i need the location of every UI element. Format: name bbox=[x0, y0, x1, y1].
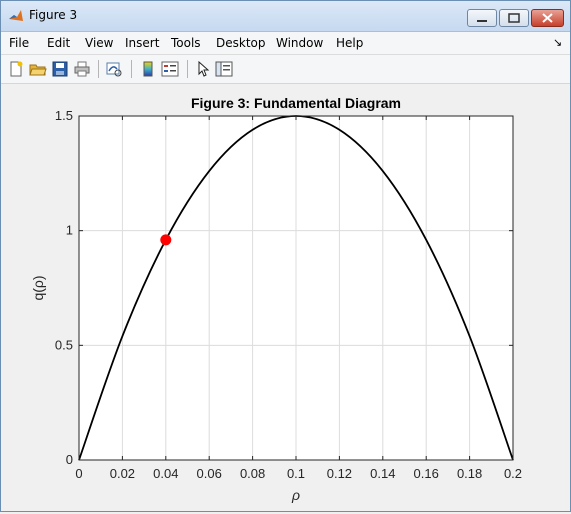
x-tick-label: 0 bbox=[75, 466, 82, 481]
pointer-icon[interactable] bbox=[194, 60, 212, 78]
maximize-icon bbox=[508, 13, 520, 23]
figure-window: Figure 3 File Edit View Insert Tools Des… bbox=[0, 0, 571, 512]
x-tick-label: 0.04 bbox=[153, 466, 178, 481]
y-tick-label: 1 bbox=[66, 223, 73, 238]
matlab-icon bbox=[9, 10, 23, 21]
menu-file[interactable]: File bbox=[9, 36, 29, 50]
x-tick-label: 0.18 bbox=[457, 466, 482, 481]
toolbar-separator bbox=[187, 60, 188, 78]
close-icon bbox=[542, 13, 553, 23]
figure-toolbar bbox=[1, 55, 570, 84]
fundamental-diagram-chart: 0 0.02 0.04 0.06 0.08 0.1 0.12 0.14 0.16 0.18 0.2 0… bbox=[30, 95, 522, 503]
dock-arrow-icon[interactable]: ↘ bbox=[553, 36, 562, 49]
red-point-marker bbox=[160, 234, 172, 246]
menu-window[interactable]: Window bbox=[276, 36, 323, 50]
menu-tools[interactable]: Tools bbox=[171, 36, 201, 50]
figure-canvas: 0 0.02 0.04 0.06 0.08 0.1 0.12 0.14 0.16 0.18 0.2 0… bbox=[5, 87, 568, 509]
window-title: Figure 3 bbox=[29, 8, 78, 22]
menu-help[interactable]: Help bbox=[336, 36, 363, 50]
x-tick-label: 0.12 bbox=[327, 466, 352, 481]
x-tick-label: 0.1 bbox=[287, 466, 305, 481]
menu-desktop[interactable]: Desktop bbox=[216, 36, 266, 50]
insert-legend-icon[interactable] bbox=[161, 60, 179, 78]
y-tick-label: 0 bbox=[66, 452, 73, 467]
menu-bar: File Edit View Insert Tools Desktop Wind… bbox=[1, 32, 570, 55]
new-figure-icon[interactable] bbox=[7, 60, 25, 78]
y-tick-label: 0.5 bbox=[55, 337, 73, 352]
print-icon[interactable] bbox=[73, 60, 91, 78]
menu-view[interactable]: View bbox=[85, 36, 113, 50]
menu-insert[interactable]: Insert bbox=[125, 36, 159, 50]
link-plot-icon[interactable] bbox=[105, 60, 123, 78]
x-axis-label: ρ bbox=[291, 487, 300, 503]
toolbar-separator bbox=[131, 60, 132, 78]
chart-title: Figure 3: Fundamental Diagram bbox=[191, 95, 401, 111]
y-tick-label: 1.5 bbox=[55, 108, 73, 123]
title-bar[interactable]: Figure 3 bbox=[1, 1, 570, 32]
minimize-button[interactable] bbox=[467, 9, 497, 27]
x-tick-label: 0.2 bbox=[504, 466, 522, 481]
plot-tools-icon[interactable] bbox=[215, 60, 233, 78]
close-button[interactable] bbox=[531, 9, 564, 27]
x-tick-label: 0.06 bbox=[197, 466, 222, 481]
x-tick-label: 0.16 bbox=[414, 466, 439, 481]
menu-edit[interactable]: Edit bbox=[47, 36, 70, 50]
open-file-icon[interactable] bbox=[29, 60, 47, 78]
save-icon[interactable] bbox=[51, 60, 69, 78]
x-tick-label: 0.08 bbox=[240, 466, 265, 481]
toolbar-separator bbox=[98, 60, 99, 78]
x-tick-label: 0.14 bbox=[370, 466, 395, 481]
x-tick-label: 0.02 bbox=[110, 466, 135, 481]
minimize-icon bbox=[477, 20, 487, 22]
y-axis-label: q(ρ) bbox=[30, 275, 46, 300]
insert-colorbar-icon[interactable] bbox=[139, 60, 157, 78]
maximize-button[interactable] bbox=[499, 9, 529, 27]
